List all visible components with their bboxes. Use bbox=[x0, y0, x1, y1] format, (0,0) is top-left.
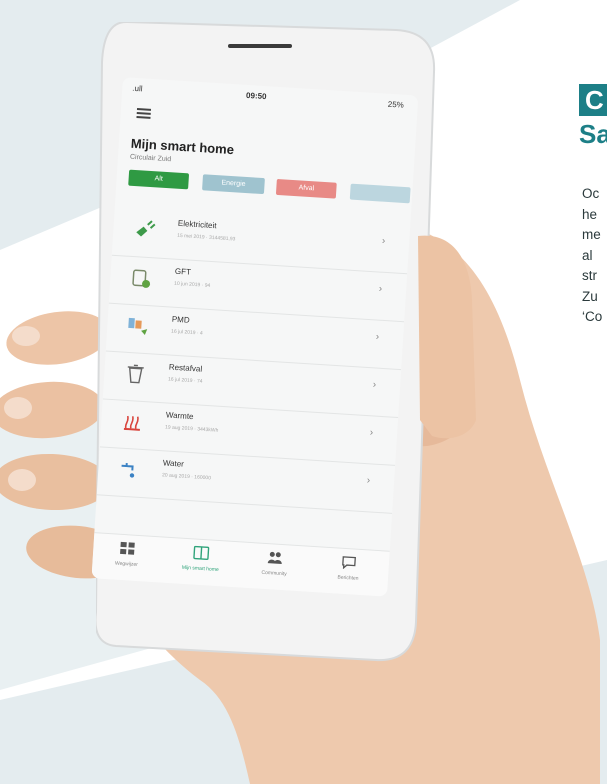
plug-icon bbox=[136, 220, 156, 237]
filter-afval[interactable]: Afval bbox=[275, 178, 337, 199]
item-name: Warmte bbox=[165, 410, 194, 422]
item-name: Restafval bbox=[168, 362, 203, 374]
filter-more[interactable] bbox=[349, 183, 411, 204]
item-meta: 10 jun 2019 · 94 bbox=[173, 280, 211, 289]
item-name: Elektriciteit bbox=[177, 218, 217, 231]
usage-list: Elektriciteit 15 mei 2019 · 3144581,93 ›… bbox=[96, 206, 411, 514]
page-subtitle: Circulair Zuid bbox=[129, 153, 172, 164]
chevron-right-icon: › bbox=[378, 283, 383, 295]
tab-mijn-smart-home[interactable]: Mijn smart home bbox=[170, 544, 232, 574]
phone-screen: .ull 09:50 25% Mijn smart home Circulair… bbox=[91, 77, 419, 597]
chevron-right-icon: › bbox=[372, 379, 377, 391]
item-meta: 19 aug 2019 · 3443kWh bbox=[164, 424, 219, 434]
chevron-right-icon: › bbox=[381, 235, 386, 247]
status-time: 09:50 bbox=[245, 90, 267, 102]
tab-label: Community bbox=[261, 569, 287, 578]
trash-icon bbox=[127, 364, 144, 384]
filter-energie[interactable]: Energie bbox=[202, 174, 265, 195]
battery-indicator: 25% bbox=[387, 99, 405, 110]
chat-icon bbox=[342, 556, 356, 570]
menu-icon[interactable] bbox=[136, 108, 152, 119]
recycle-icon bbox=[128, 317, 148, 335]
filter-chips: Alt Energie Afval bbox=[124, 169, 418, 206]
filter-all[interactable]: Alt bbox=[128, 169, 190, 190]
chevron-right-icon: › bbox=[369, 427, 374, 439]
tab-berichten[interactable]: Berichten bbox=[318, 553, 380, 583]
tab-community[interactable]: Community bbox=[244, 549, 306, 579]
item-meta: 20 aug 2019 · 160000 bbox=[161, 472, 212, 482]
organic-bin-icon bbox=[132, 269, 151, 288]
item-meta: 15 mei 2019 · 3144581,93 bbox=[176, 232, 236, 243]
item-meta: 16 jul 2019 · 74 bbox=[167, 376, 203, 385]
tab-wegwijzer[interactable]: Wegwijzer bbox=[96, 539, 158, 569]
people-icon bbox=[267, 551, 282, 565]
dashboard-icon bbox=[193, 545, 210, 560]
chevron-right-icon: › bbox=[375, 331, 380, 343]
signal-indicator: .ull bbox=[132, 83, 143, 94]
grid-icon bbox=[120, 541, 135, 555]
heat-icon bbox=[123, 415, 140, 431]
item-name: Water bbox=[162, 458, 185, 469]
item-name: GFT bbox=[174, 266, 192, 277]
tab-label: Wegwijzer bbox=[114, 560, 139, 568]
item-name: PMD bbox=[171, 314, 190, 325]
item-meta: 16 jul 2019 · 4 bbox=[170, 328, 203, 337]
tab-label: Berichten bbox=[337, 574, 359, 582]
tab-label: Mijn smart home bbox=[181, 564, 219, 574]
water-tap-icon bbox=[121, 463, 135, 478]
chevron-right-icon: › bbox=[366, 475, 371, 487]
